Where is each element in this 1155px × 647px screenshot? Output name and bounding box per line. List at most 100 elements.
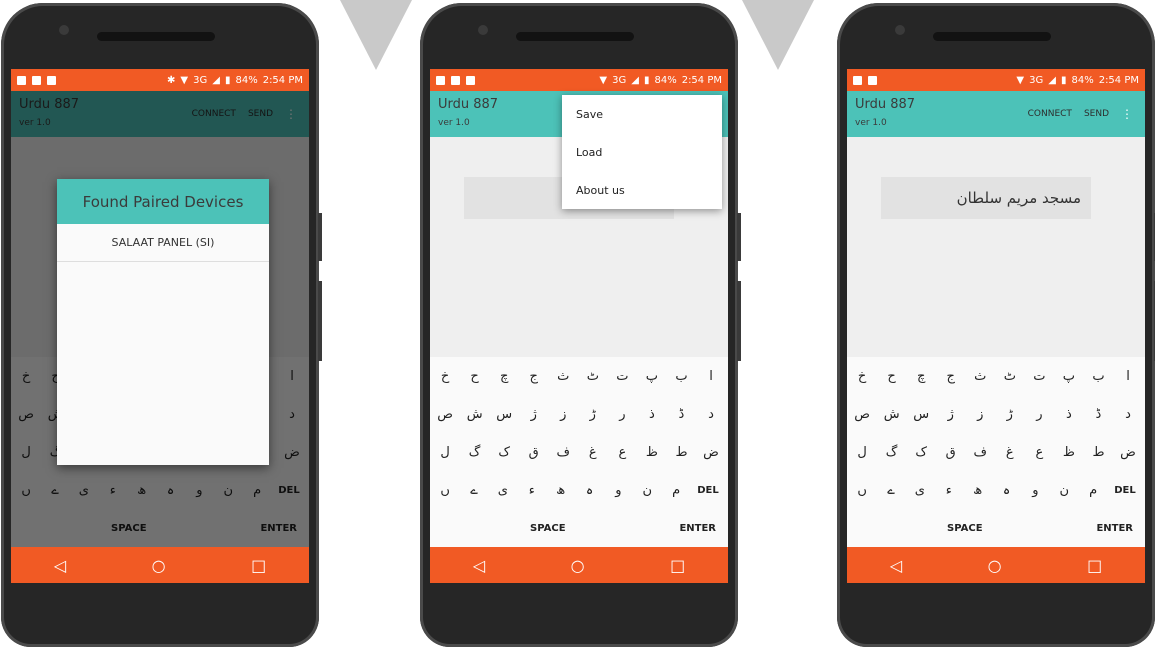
key[interactable]: ء xyxy=(938,483,960,498)
key[interactable]: ت xyxy=(1028,369,1050,384)
key[interactable]: ں xyxy=(851,483,873,498)
recents-icon[interactable]: □ xyxy=(670,556,685,575)
key[interactable]: ط xyxy=(1087,445,1109,460)
key[interactable]: ی xyxy=(909,483,931,498)
key[interactable]: ی xyxy=(492,483,514,498)
key[interactable]: ن xyxy=(1053,483,1075,498)
key[interactable]: ک xyxy=(493,445,515,460)
key[interactable]: ل xyxy=(851,445,873,460)
key[interactable]: د xyxy=(1117,407,1139,422)
key[interactable]: س xyxy=(493,407,515,422)
key[interactable]: ا xyxy=(700,369,722,384)
key[interactable]: م xyxy=(1082,483,1104,498)
more-vert-icon[interactable]: ⋮ xyxy=(1121,107,1133,121)
delete-key[interactable]: DEL xyxy=(1111,485,1139,496)
key[interactable]: ظ xyxy=(641,445,663,460)
key[interactable]: ض xyxy=(1117,445,1139,460)
key[interactable]: ڑ xyxy=(999,407,1021,422)
key[interactable]: ق xyxy=(523,445,545,460)
key[interactable]: ش xyxy=(464,407,486,422)
key[interactable]: ٹ xyxy=(999,369,1021,384)
key[interactable]: ٹ xyxy=(582,369,604,384)
key[interactable]: ژ xyxy=(940,407,962,422)
key[interactable]: پ xyxy=(641,369,663,384)
key[interactable]: ج xyxy=(523,369,545,384)
device-list-item[interactable]: SALAAT PANEL (SI) xyxy=(57,224,269,262)
menu-item-load[interactable]: Load xyxy=(562,133,722,171)
home-icon[interactable]: ○ xyxy=(571,556,585,575)
key[interactable]: ش xyxy=(881,407,903,422)
home-icon[interactable]: ○ xyxy=(152,556,166,575)
key[interactable]: ص xyxy=(851,407,873,422)
key[interactable]: چ xyxy=(493,369,515,384)
recents-icon[interactable]: □ xyxy=(1087,556,1102,575)
key[interactable]: ڈ xyxy=(670,407,692,422)
key[interactable]: ف xyxy=(552,445,574,460)
key[interactable]: ر xyxy=(1028,407,1050,422)
key[interactable]: ڈ xyxy=(1087,407,1109,422)
key[interactable]: پ xyxy=(1058,369,1080,384)
key[interactable]: ہ xyxy=(579,483,601,498)
key[interactable]: ج xyxy=(940,369,962,384)
key[interactable]: ظ xyxy=(1058,445,1080,460)
connect-button[interactable]: CONNECT xyxy=(1028,109,1072,119)
key[interactable]: خ xyxy=(851,369,873,384)
key[interactable]: ژ xyxy=(523,407,545,422)
key[interactable]: ک xyxy=(910,445,932,460)
menu-item-about[interactable]: About us xyxy=(562,171,722,209)
key[interactable]: ث xyxy=(969,369,991,384)
key[interactable]: ز xyxy=(552,407,574,422)
key[interactable]: ے xyxy=(463,483,485,498)
key[interactable]: غ xyxy=(999,445,1021,460)
key[interactable]: ے xyxy=(880,483,902,498)
key[interactable]: ب xyxy=(1087,369,1109,384)
key[interactable]: ع xyxy=(611,445,633,460)
recents-icon[interactable]: □ xyxy=(251,556,266,575)
menu-item-save[interactable]: Save xyxy=(562,95,722,133)
key[interactable]: س xyxy=(910,407,932,422)
key[interactable]: ص xyxy=(434,407,456,422)
key[interactable]: غ xyxy=(582,445,604,460)
key[interactable]: ن xyxy=(636,483,658,498)
key[interactable]: ں xyxy=(434,483,456,498)
send-button[interactable]: SEND xyxy=(1084,109,1109,119)
key[interactable]: ت xyxy=(611,369,633,384)
back-icon[interactable]: ◁ xyxy=(473,556,485,575)
space-key[interactable]: SPACE xyxy=(530,523,566,534)
key[interactable]: ل xyxy=(434,445,456,460)
key[interactable]: و xyxy=(607,483,629,498)
key[interactable]: ع xyxy=(1028,445,1050,460)
key[interactable]: ا xyxy=(1117,369,1139,384)
key[interactable]: ث xyxy=(552,369,574,384)
key[interactable]: ب xyxy=(670,369,692,384)
urdu-text-input[interactable]: مسجد مریم سلطان xyxy=(881,177,1091,219)
key[interactable]: گ xyxy=(464,445,486,460)
key[interactable]: ر xyxy=(611,407,633,422)
key[interactable]: ز xyxy=(969,407,991,422)
back-icon[interactable]: ◁ xyxy=(890,556,902,575)
key[interactable]: ح xyxy=(881,369,903,384)
key[interactable]: و xyxy=(1024,483,1046,498)
delete-key[interactable]: DEL xyxy=(694,485,722,496)
enter-key[interactable]: ENTER xyxy=(679,523,716,534)
space-key[interactable]: SPACE xyxy=(947,523,983,534)
key[interactable]: ھ xyxy=(967,483,989,498)
key[interactable]: ح xyxy=(464,369,486,384)
back-icon[interactable]: ◁ xyxy=(54,556,66,575)
key[interactable]: ہ xyxy=(996,483,1018,498)
key[interactable]: ھ xyxy=(550,483,572,498)
key[interactable]: ڑ xyxy=(582,407,604,422)
home-icon[interactable]: ○ xyxy=(988,556,1002,575)
key[interactable]: ض xyxy=(700,445,722,460)
enter-key[interactable]: ENTER xyxy=(1096,523,1133,534)
key[interactable]: د xyxy=(700,407,722,422)
key[interactable]: ء xyxy=(521,483,543,498)
key[interactable]: ط xyxy=(670,445,692,460)
key[interactable]: ذ xyxy=(1058,407,1080,422)
key[interactable]: ق xyxy=(940,445,962,460)
key[interactable]: خ xyxy=(434,369,456,384)
key[interactable]: چ xyxy=(910,369,932,384)
key[interactable]: م xyxy=(665,483,687,498)
key[interactable]: ف xyxy=(969,445,991,460)
key[interactable]: ذ xyxy=(641,407,663,422)
